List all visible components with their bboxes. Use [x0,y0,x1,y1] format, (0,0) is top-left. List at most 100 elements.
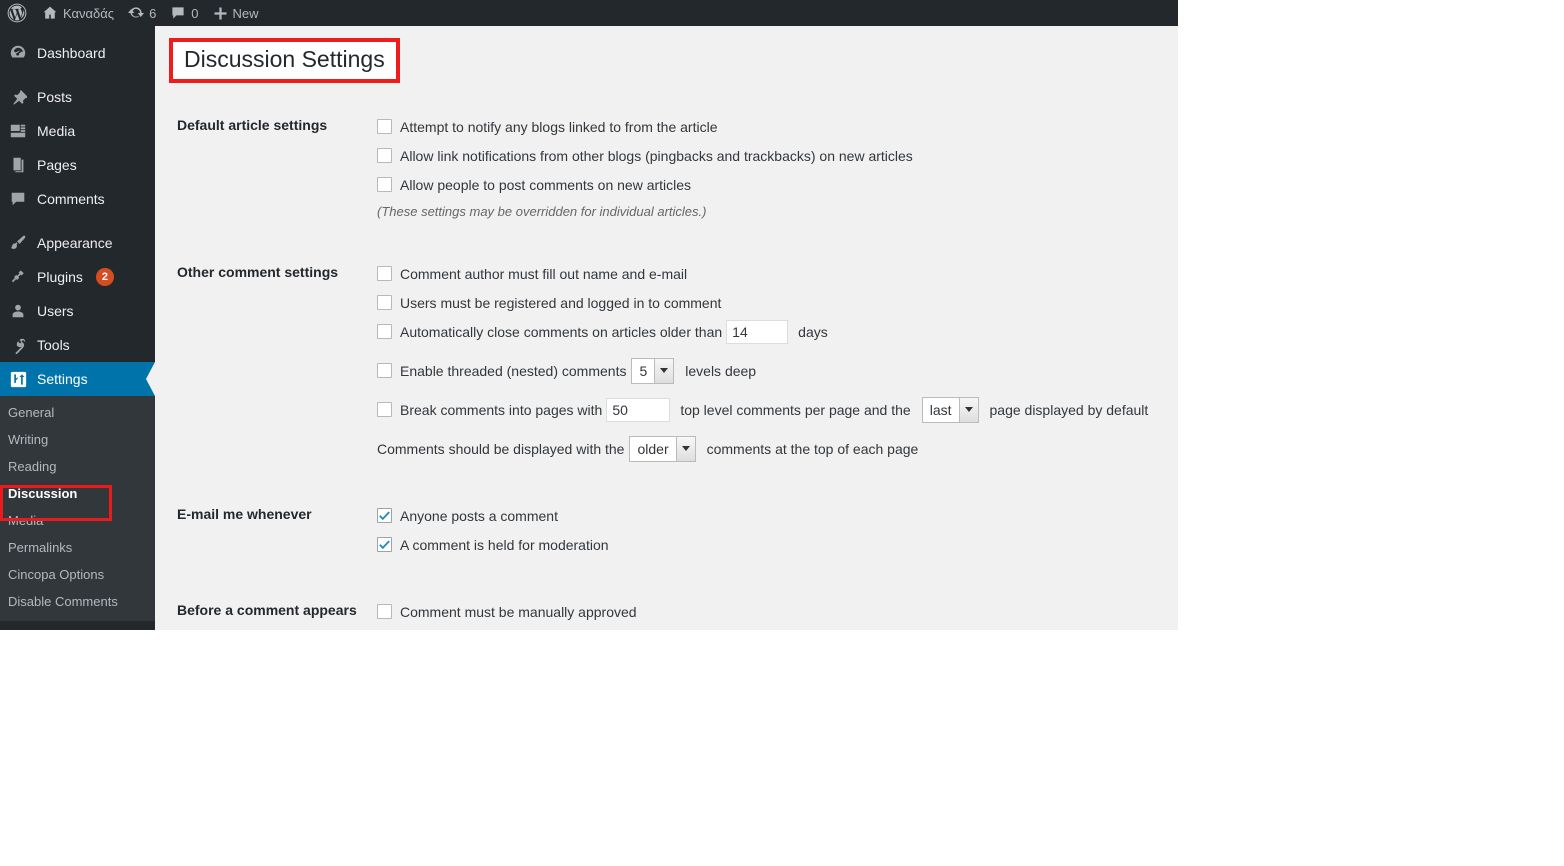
checkbox-allow-comments[interactable] [377,177,392,192]
sidebar-item-dashboard[interactable]: Dashboard [0,36,155,70]
site-name-menu[interactable]: Καναδάς [35,0,121,26]
option-manual-approval[interactable]: Comment must be manually approved [377,597,1178,626]
default-article-note: (These settings may be overridden for in… [377,204,707,219]
option-auto-close-comments[interactable]: Automatically close comments on articles… [377,317,1178,346]
sidebar-item-tools[interactable]: Tools [0,328,155,362]
submenu-item-disable-comments[interactable]: Disable Comments [0,588,155,615]
paintbrush-icon [8,233,28,253]
sidebar-item-label: Appearance [37,235,113,251]
section-default-article-settings: Default article settings Attempt to noti… [155,104,1178,229]
checkbox-threaded-comments[interactable] [377,363,392,378]
select-value: last [929,401,952,418]
sidebar-item-settings[interactable]: Settings [0,362,155,396]
option-label-suffix: page displayed by default [989,401,1149,418]
chevron-down-icon[interactable] [654,358,674,383]
submenu-item-reading[interactable]: Reading [0,453,155,480]
submenu-item-general[interactable]: General [0,399,155,426]
checkbox-email-anyone-posts[interactable] [377,508,392,523]
updates-menu[interactable]: 6 [121,0,163,26]
option-break-comments-pages[interactable]: Break comments into pages with top level… [377,395,1178,424]
option-label: Comments should be displayed with the [377,440,625,457]
default-page-select[interactable]: last [921,396,979,423]
wordpress-admin-screen: Καναδάς 6 0 New Dashboard Posts Media Pa… [0,0,1564,866]
sidebar-item-comments[interactable]: Comments [0,182,155,216]
new-label: New [232,5,259,21]
sidebar-item-media[interactable]: Media [0,114,155,148]
sidebar-item-pages[interactable]: Pages [0,148,155,182]
checkbox-auto-close-comments[interactable] [377,324,392,339]
checkbox-break-comments-pages[interactable] [377,402,392,417]
main-content-area: Discussion Settings Default article sett… [155,26,1178,630]
submenu-item-discussion[interactable]: Discussion [0,480,155,507]
option-label: Anyone posts a comment [400,507,558,524]
menu-group-separator-2 [0,216,155,226]
option-require-registration[interactable]: Users must be registered and logged in t… [377,288,1178,317]
option-threaded-comments[interactable]: Enable threaded (nested) comments 5 leve… [377,356,1178,385]
section-before-comment-appears: Before a comment appears Comment must be… [155,589,1178,630]
comment-bubble-icon [170,5,186,21]
checkbox-manual-approval[interactable] [377,604,392,619]
dashboard-icon [8,43,28,63]
sidebar-item-label: Plugins [37,269,83,285]
option-previously-approved[interactable]: Comment author must have a previously ap… [377,626,1178,630]
page-title-highlight-box: Discussion Settings [169,38,400,83]
sidebar-item-users[interactable]: Users [0,294,155,328]
wordpress-logo-icon[interactable] [0,0,35,26]
section-label: Before a comment appears [177,602,357,618]
option-label-suffix: comments at the top of each page [706,440,919,457]
checkbox-allow-pingbacks[interactable] [377,148,392,163]
section-gap-1 [155,229,1178,251]
sidebar-item-appearance[interactable]: Appearance [0,226,155,260]
section-gap-2 [155,471,1178,493]
submenu-item-cincopa-options[interactable]: Cincopa Options [0,561,155,588]
submenu-item-writing[interactable]: Writing [0,426,155,453]
select-value: older [637,440,669,457]
sidebar-item-plugins[interactable]: Plugins 2 [0,260,155,294]
close-days-input[interactable] [726,319,789,344]
sidebar-item-label: Settings [37,371,88,387]
submenu-item-media[interactable]: Media [0,507,155,534]
settings-gear-icon [8,369,28,389]
chevron-down-icon[interactable] [675,436,695,461]
chevron-down-icon[interactable] [958,397,978,422]
checkbox-require-name-email[interactable] [377,266,392,281]
comment-bubble-icon [8,189,28,209]
option-label: Attempt to notify any blogs linked to fr… [400,118,718,135]
row-gap-2 [377,385,1178,395]
new-content-menu[interactable]: New [206,0,266,26]
sidebar-item-label: Posts [37,89,73,105]
option-allow-pingbacks[interactable]: Allow link notifications from other blog… [377,141,1178,170]
display-order-select[interactable]: older [629,435,696,462]
threaded-levels-select[interactable]: 5 [631,357,675,384]
comments-per-page-input[interactable] [606,397,671,422]
option-allow-comments[interactable]: Allow people to post comments on new art… [377,170,1178,199]
admin-bar: Καναδάς 6 0 New [0,0,1178,26]
sidebar-item-label: Comments [37,191,105,207]
section-label: E-mail me whenever [177,506,312,522]
checkbox-notify-linked-blogs[interactable] [377,119,392,134]
option-email-held-moderation[interactable]: A comment is held for moderation [377,530,1178,559]
sidebar-item-posts[interactable]: Posts [0,80,155,114]
media-icon [8,121,28,141]
option-label: Comment author must fill out name and e-… [400,265,688,282]
option-notify-linked-blogs[interactable]: Attempt to notify any blogs linked to fr… [377,112,1178,141]
checkbox-email-held-moderation[interactable] [377,537,392,552]
option-require-name-email[interactable]: Comment author must fill out name and e-… [377,259,1178,288]
row-gap-3 [377,424,1178,434]
option-label-suffix: levels deep [685,362,757,379]
home-icon [42,5,58,21]
comments-menu[interactable]: 0 [163,0,205,26]
submenu-item-permalinks[interactable]: Permalinks [0,534,155,561]
option-comment-display-order[interactable]: Comments should be displayed with the ol… [377,434,1178,463]
plugins-update-badge: 2 [95,268,114,286]
comments-count: 0 [191,5,199,21]
checkbox-require-registration[interactable] [377,295,392,310]
menu-group-separator-1 [0,70,155,80]
option-label: Comment must be manually approved [400,603,637,620]
option-email-anyone-posts[interactable]: Anyone posts a comment [377,501,1178,530]
option-label-mid: top level comments per page and the [680,401,911,418]
section-label: Default article settings [177,117,328,133]
option-label: Automatically close comments on articles… [400,323,723,340]
plus-icon [213,6,228,21]
option-label-suffix: days [798,323,828,340]
